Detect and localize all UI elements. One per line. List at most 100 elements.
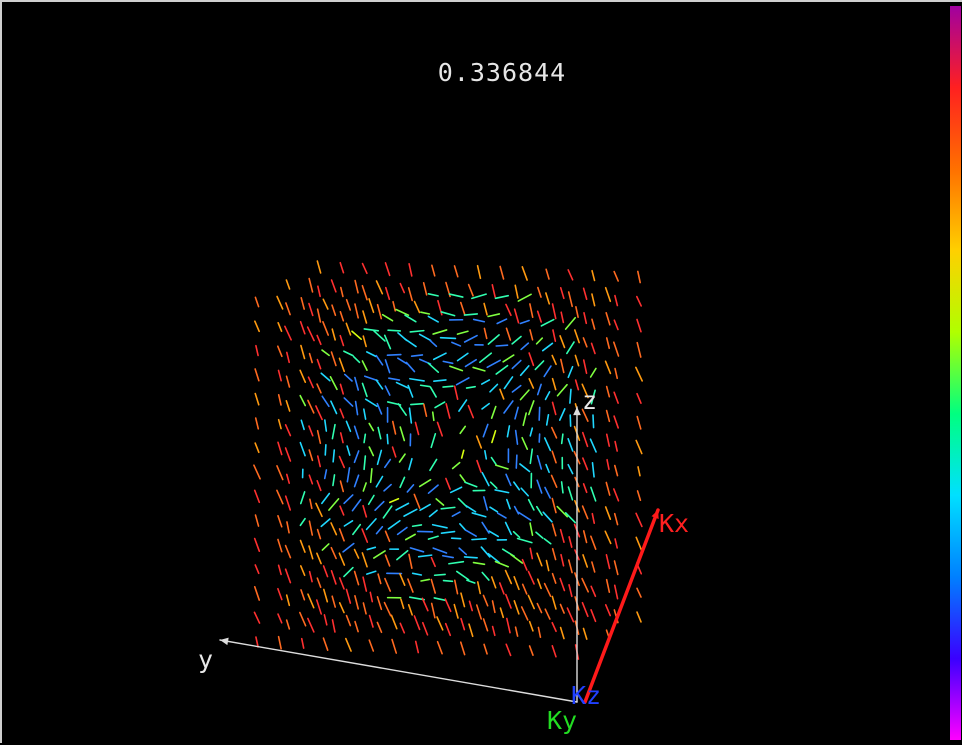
vector-glyph <box>523 560 527 570</box>
vector-glyph <box>543 512 552 522</box>
vector-glyph <box>561 530 564 543</box>
vector-glyph <box>553 330 555 341</box>
vector-glyph <box>606 555 609 569</box>
vector-glyph <box>344 398 352 406</box>
vector-glyph <box>332 620 334 632</box>
vector-glyph <box>638 271 640 282</box>
vector-glyph <box>552 451 556 462</box>
vector-glyph <box>278 614 282 623</box>
vector-glyph <box>530 428 532 436</box>
vector-glyph <box>469 285 473 296</box>
vector-glyph <box>434 353 446 359</box>
vector-glyph <box>445 599 450 611</box>
vector-glyph <box>318 530 321 539</box>
vector-glyph <box>469 624 473 636</box>
vector-glyph <box>605 531 610 543</box>
vector-glyph <box>569 537 572 547</box>
vector-glyph <box>552 499 556 513</box>
vector-glyph <box>287 522 289 533</box>
vector-glyph <box>576 307 578 317</box>
vector-glyph <box>637 417 641 429</box>
vector-glyph <box>528 595 534 608</box>
vector-glyph <box>529 500 534 510</box>
colorbar <box>950 6 961 740</box>
vector-glyph <box>331 401 337 413</box>
vector-glyph <box>530 523 532 535</box>
vector-glyph <box>355 550 359 559</box>
vector-glyph <box>583 433 588 447</box>
vector-glyph <box>355 571 359 584</box>
vector-glyph <box>370 592 372 601</box>
vector-glyph <box>493 601 495 612</box>
vector-glyph <box>521 343 528 349</box>
vector-glyph <box>614 320 618 329</box>
vector-glyph <box>347 300 351 310</box>
vector-glyph <box>482 572 489 580</box>
vector-glyph <box>553 549 556 560</box>
vector-glyph <box>637 588 641 597</box>
vector-glyph <box>354 357 360 363</box>
vector-glyph <box>607 411 610 422</box>
vector-glyph <box>279 637 282 649</box>
vector-glyph <box>364 409 366 419</box>
vector-glyph <box>530 330 533 340</box>
vector-glyph <box>317 360 320 369</box>
vector-glyph <box>400 574 405 585</box>
vector-glyph <box>615 539 617 548</box>
vector-glyph <box>591 536 596 549</box>
vector-glyph <box>414 616 419 629</box>
vector-glyph <box>530 646 533 655</box>
vector-glyph <box>530 449 532 463</box>
vector-glyph <box>424 404 427 416</box>
vector-glyph <box>286 569 291 582</box>
vector-glyph <box>286 425 291 436</box>
vector-glyph <box>341 288 343 297</box>
vector-glyph <box>363 506 366 517</box>
vector-glyph <box>441 312 454 316</box>
vector-glyph <box>300 540 304 552</box>
vector-glyph <box>397 551 408 560</box>
vector-glyph <box>481 547 490 557</box>
vector-glyph <box>567 342 574 353</box>
vector-glyph <box>408 386 412 397</box>
vector-glyph <box>355 304 358 318</box>
vector-glyph <box>593 463 595 477</box>
vector-glyph <box>279 370 282 380</box>
vector-glyph <box>254 612 259 623</box>
vector-glyph <box>607 434 610 446</box>
vector-glyph <box>316 503 322 516</box>
vector-glyph <box>506 571 512 584</box>
3d-viewport[interactable]: 0.336844 z y Kx Ky Kz <box>0 0 962 743</box>
vector-glyph <box>255 490 260 502</box>
vector-glyph <box>367 547 375 549</box>
vector-glyph <box>615 442 617 451</box>
vector-glyph <box>584 628 587 639</box>
vector-glyph <box>308 400 314 412</box>
vector-glyph <box>385 579 390 591</box>
vector-glyph <box>538 456 542 469</box>
vector-glyph <box>443 556 453 558</box>
vector-glyph <box>256 637 258 647</box>
vector-glyph <box>387 435 388 444</box>
vector-glyph <box>285 326 291 339</box>
vector-glyph <box>637 394 641 403</box>
vector-glyph <box>434 380 446 381</box>
vector-glyph <box>584 313 586 324</box>
vector-glyph <box>529 379 533 388</box>
vector-glyph <box>530 304 533 317</box>
vector-glyph <box>415 302 420 313</box>
vector-glyph <box>638 467 640 476</box>
vector-glyph <box>492 407 496 419</box>
vector-glyph <box>637 297 641 306</box>
vector-glyph <box>255 539 260 552</box>
vector-glyph <box>325 470 327 479</box>
vector-field-scene[interactable] <box>2 2 962 745</box>
vector-glyph <box>467 387 476 388</box>
vector-glyph <box>545 487 550 497</box>
vector-glyph <box>500 266 503 278</box>
vector-glyph <box>434 598 445 600</box>
vector-glyph <box>321 519 330 526</box>
vector-glyph <box>490 384 497 391</box>
vector-glyph <box>506 644 510 655</box>
vector-glyph <box>413 573 422 575</box>
